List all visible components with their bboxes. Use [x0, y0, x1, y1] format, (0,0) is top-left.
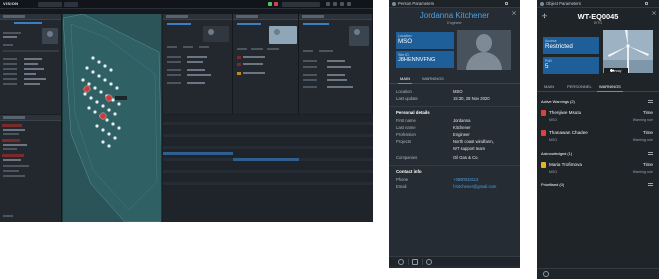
warning-item[interactable]: Maria Trofimova Time MSO Warning rule [537, 160, 659, 178]
menu-icon[interactable] [347, 2, 351, 6]
tab-warnings[interactable]: WARNINGS [422, 76, 444, 81]
phone-link[interactable]: +3600023112 [453, 177, 478, 182]
search-input[interactable] [282, 2, 320, 7]
turbine-icon [540, 2, 544, 6]
access-box: Access Restricted [543, 37, 599, 54]
turbine-card-panel [233, 14, 299, 114]
dashboard-toolbar: VISION [0, 0, 373, 9]
bell-icon[interactable] [333, 2, 337, 6]
close-icon[interactable] [652, 2, 656, 15]
crosshair-icon[interactable] [398, 259, 404, 265]
person-panel-footer [389, 256, 520, 266]
contact-row: Phone +3600023112 [396, 177, 479, 182]
objects-table[interactable] [299, 115, 373, 222]
detail-row: Projects North coast windfarm, [396, 139, 494, 144]
detail-row: Companies Oil Gas & Co. [396, 155, 479, 160]
access-value: Restricted [545, 43, 573, 50]
active-warnings-heading: Active Warnings (2) [541, 99, 575, 104]
warning-item[interactable]: Thenjiwe Msutu Time MSO Warning rule [537, 108, 659, 126]
pob-box: PoB 5 [543, 57, 599, 74]
person-name: Jordanna Kitchener [419, 11, 490, 20]
divider [408, 259, 409, 265]
sort-icon[interactable] [648, 152, 653, 155]
site-id-label: Site ID [398, 52, 409, 57]
object-parameters-panel: Object Parameters ✢ WT-EQ0045 WTG Access… [537, 0, 659, 279]
country-name: Norway [610, 68, 622, 73]
location-label: Location [398, 33, 412, 38]
warning-item[interactable]: Thanawan Chadee Time MSO Warning rule [537, 128, 659, 146]
person-panel-titlebar[interactable]: Person Parameters [389, 0, 520, 15]
object-tabs: MAIN PERSONNEL WARNINGS [537, 82, 659, 92]
site-id-value: J8HENNVFNG [398, 57, 436, 63]
person-warning-icon [541, 110, 546, 116]
prioritised-heading: Prioritised (0) [541, 182, 565, 187]
crosshair-icon[interactable] [543, 271, 549, 277]
object-panel-titlebar[interactable]: Object Parameters [537, 0, 659, 15]
pob-value: 5 [545, 63, 549, 70]
contact-row: Email f.Kitchener@gmail.com [396, 184, 497, 189]
object-panel-title: Object Parameters [546, 1, 581, 6]
turbine-photo [603, 30, 653, 73]
link-icon[interactable] [412, 259, 418, 265]
person-warning-icon [541, 162, 546, 168]
detail-row: Last name Kitchener [396, 125, 471, 130]
refresh-icon[interactable] [426, 259, 432, 265]
status-row: Last update 15:30, 28 Nov 2020 [396, 96, 490, 101]
toolbar-dropdown[interactable] [38, 2, 62, 7]
maximize-icon[interactable] [505, 2, 508, 5]
close-icon[interactable] [512, 2, 516, 15]
tab-warnings[interactable]: WARNINGS [597, 84, 623, 92]
person-panel-title: Person Parameters [398, 1, 435, 6]
person-card-panel [299, 14, 373, 114]
person-icon [392, 2, 396, 6]
person-role: Engineer [447, 21, 462, 25]
person-parameters-panel: Person Parameters Jordanna Kitchener Eng… [389, 0, 520, 268]
divider [422, 259, 423, 265]
object-name: WT-EQ0045 [577, 12, 619, 21]
divider [389, 165, 520, 166]
tab-personnel[interactable]: PERSONNEL [567, 84, 592, 89]
detail-row: WT support team [453, 146, 486, 151]
status-ok-icon [268, 2, 272, 6]
email-link[interactable]: f.Kitchener@gmail.com [453, 184, 496, 189]
wind-farm-map[interactable] [62, 14, 162, 222]
access-label: Access [545, 38, 557, 43]
tab-main[interactable]: MAIN [398, 76, 412, 84]
status-row: Location MSO [396, 89, 463, 94]
gear-icon[interactable] [326, 2, 330, 6]
country-badge: Norway [604, 68, 628, 73]
warnings-list-panel [0, 115, 62, 222]
events-table[interactable] [233, 115, 299, 222]
contact-info-heading: Contact info [396, 169, 422, 174]
location-box: Location MSO [396, 32, 454, 49]
detail-row: First name Jordanna [396, 118, 471, 123]
personal-details-heading: Personal details [396, 110, 430, 115]
acknowledged-heading: Acknowledged (1) [541, 151, 573, 156]
toolbar-dropdown[interactable] [64, 2, 78, 7]
person-tabs: MAIN WARNINGS [389, 74, 520, 84]
site-id-box: Site ID J8HENNVFNG [396, 51, 454, 68]
sort-icon[interactable] [648, 183, 653, 186]
sort-icon[interactable] [648, 100, 653, 103]
app-logo: VISION [3, 1, 19, 6]
detail-row: Profession Engineer [396, 132, 470, 137]
alarm-icon[interactable] [274, 2, 278, 6]
object-card-panel [0, 14, 62, 114]
divider [389, 106, 520, 107]
user-icon[interactable] [340, 2, 344, 6]
object-details-panel [163, 14, 233, 114]
person-warning-icon [541, 130, 546, 136]
dashboard-screenshot: VISION [0, 0, 373, 222]
pob-label: PoB [545, 58, 552, 63]
person-photo-placeholder [457, 30, 511, 70]
location-value: MSO [398, 38, 413, 45]
maximize-icon[interactable] [645, 2, 648, 5]
object-type: WTG [593, 21, 603, 25]
personnel-table[interactable] [163, 115, 233, 222]
object-panel-footer [537, 268, 659, 278]
tab-main[interactable]: MAIN [544, 84, 554, 89]
